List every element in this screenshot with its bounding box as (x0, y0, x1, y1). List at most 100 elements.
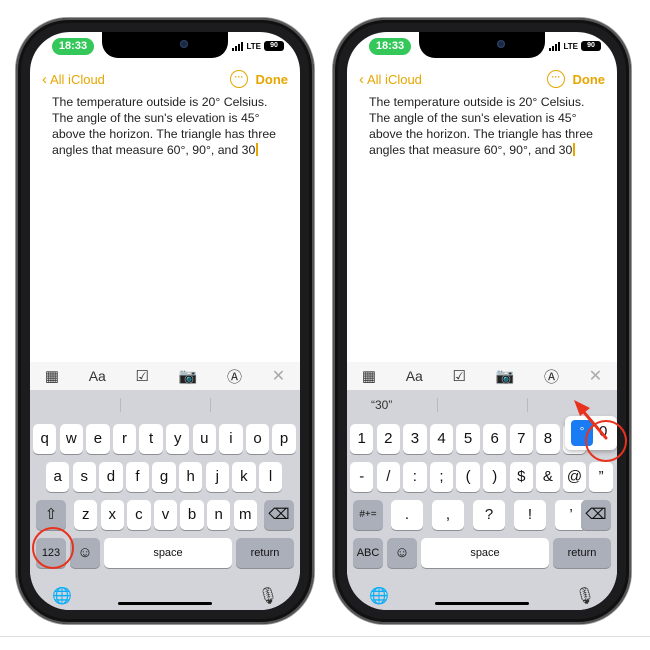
space-key[interactable]: space (104, 538, 232, 568)
key[interactable]: 4 (429, 424, 454, 454)
key[interactable]: t (139, 424, 163, 454)
key[interactable]: f (125, 462, 150, 492)
key[interactable]: ; (429, 462, 454, 492)
key[interactable]: g (152, 462, 176, 492)
signal-icon (549, 41, 561, 51)
key[interactable]: k (232, 462, 256, 492)
key[interactable]: : (403, 462, 427, 492)
delete-key[interactable]: ⌫ (264, 500, 294, 530)
more-options-icon[interactable]: ··· (547, 70, 565, 88)
key[interactable]: . (391, 500, 423, 530)
key[interactable]: v (153, 500, 178, 530)
microphone-icon[interactable]: 🎙 (575, 586, 595, 606)
key[interactable]: j (205, 462, 229, 492)
key[interactable]: 2 (376, 424, 400, 454)
close-keyboard-icon[interactable]: ✕ (272, 366, 285, 386)
bottom-divider (0, 636, 650, 637)
key[interactable]: 1 (350, 424, 374, 454)
screen-right: 18:33 LTE 90 ‹ All iCloud ··· Done The t… (347, 32, 617, 610)
emoji-key[interactable]: ☺ (387, 538, 417, 568)
checklist-icon[interactable]: ☑ (453, 367, 466, 385)
return-key[interactable]: return (553, 538, 611, 568)
globe-icon[interactable]: 🌐 (369, 586, 389, 606)
done-button[interactable]: Done (256, 72, 289, 87)
key[interactable]: ! (514, 500, 546, 530)
notch (102, 32, 228, 58)
key[interactable]: / (376, 462, 400, 492)
key[interactable]: , (432, 500, 464, 530)
key[interactable]: 8 (536, 424, 560, 454)
note-text: The temperature outside is 20° Celsius. … (369, 95, 593, 157)
home-indicator (435, 602, 529, 605)
markup-icon[interactable]: Ⓐ (544, 366, 559, 387)
key[interactable]: u (192, 424, 216, 454)
key[interactable]: d (99, 462, 123, 492)
back-label: All iCloud (367, 72, 422, 87)
table-icon[interactable]: ▦ (45, 367, 59, 385)
key[interactable]: m (233, 500, 257, 530)
format-button[interactable]: Aa (89, 368, 106, 384)
key[interactable]: w (59, 424, 83, 454)
key[interactable]: 5 (456, 424, 480, 454)
delete-key[interactable]: ⌫ (581, 500, 611, 530)
key[interactable]: ( (456, 462, 480, 492)
key[interactable]: q (33, 424, 57, 454)
shift-key[interactable]: ⇧ (36, 500, 66, 530)
key[interactable]: o (245, 424, 270, 454)
key[interactable]: r (112, 424, 137, 454)
key[interactable]: ” (589, 462, 613, 492)
note-body[interactable]: The temperature outside is 20° Celsius. … (369, 94, 601, 158)
chevron-left-icon: ‹ (359, 71, 364, 88)
key[interactable]: l (258, 462, 283, 492)
key[interactable]: @ (562, 462, 587, 492)
symbols-key[interactable]: #+= (353, 500, 383, 530)
markup-icon[interactable]: Ⓐ (227, 366, 242, 387)
globe-icon[interactable]: 🌐 (52, 586, 72, 606)
status-time: 18:33 (52, 38, 94, 55)
checklist-icon[interactable]: ☑ (136, 367, 149, 385)
more-options-icon[interactable]: ··· (230, 70, 248, 88)
abc-key[interactable]: ABC (353, 538, 383, 568)
camera-icon[interactable]: 📷 (179, 367, 198, 385)
key[interactable]: i (219, 424, 243, 454)
format-button[interactable]: Aa (406, 368, 423, 384)
key[interactable]: z (74, 500, 98, 530)
key[interactable]: n (207, 500, 231, 530)
close-keyboard-icon[interactable]: ✕ (589, 366, 602, 386)
done-button[interactable]: Done (573, 72, 606, 87)
key[interactable]: x (100, 500, 124, 530)
key[interactable]: h (179, 462, 203, 492)
key[interactable]: s (72, 462, 96, 492)
key[interactable]: & (536, 462, 560, 492)
table-icon[interactable]: ▦ (362, 367, 376, 385)
note-body[interactable]: The temperature outside is 20° Celsius. … (52, 94, 284, 158)
key[interactable]: p (272, 424, 296, 454)
key[interactable]: ) (483, 462, 507, 492)
key[interactable]: ? (473, 500, 505, 530)
front-camera (497, 40, 505, 48)
back-button[interactable]: ‹ All iCloud (359, 72, 422, 87)
front-camera (180, 40, 188, 48)
notes-toolbar: ▦ Aa ☑ 📷 Ⓐ ✕ (347, 362, 617, 390)
return-key[interactable]: return (236, 538, 294, 568)
key[interactable]: a (46, 462, 70, 492)
space-key[interactable]: space (421, 538, 549, 568)
camera-icon[interactable]: 📷 (496, 367, 515, 385)
back-button[interactable]: ‹ All iCloud (42, 72, 105, 87)
emoji-key[interactable]: ☺ (70, 538, 100, 568)
key[interactable]: 3 (403, 424, 427, 454)
notes-toolbar: ▦ Aa ☑ 📷 Ⓐ ✕ (30, 362, 300, 390)
status-time: 18:33 (369, 38, 411, 55)
battery-icon: 90 (581, 41, 601, 51)
microphone-icon[interactable]: 🎙 (258, 586, 278, 606)
chevron-left-icon: ‹ (42, 71, 47, 88)
suggestion-item[interactable]: “30” (371, 398, 392, 412)
key[interactable]: $ (509, 462, 533, 492)
key[interactable]: 6 (483, 424, 507, 454)
key[interactable]: c (127, 500, 151, 530)
key[interactable]: y (166, 424, 190, 454)
key[interactable]: - (350, 462, 374, 492)
key[interactable]: e (86, 424, 110, 454)
key[interactable]: b (180, 500, 204, 530)
key[interactable]: 7 (509, 424, 533, 454)
